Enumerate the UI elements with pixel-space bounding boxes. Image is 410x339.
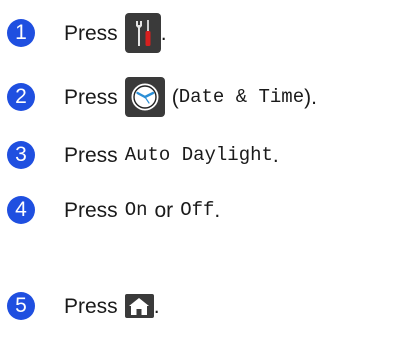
period: . — [153, 294, 160, 318]
or-connector: or — [154, 198, 174, 222]
paren-open: ( — [171, 85, 179, 109]
step-number: 4 — [7, 196, 35, 224]
step-1: 1 Press . — [7, 13, 167, 53]
step-text: Press ( Date & Time ). — [64, 77, 317, 117]
step-number: 2 — [7, 83, 35, 111]
paren-close: ). — [304, 85, 317, 109]
step-2: 2 Press ( Date & Time ). — [7, 77, 317, 117]
press-label: Press — [64, 85, 118, 109]
step-number: 1 — [7, 19, 35, 47]
home-icon[interactable] — [124, 294, 154, 318]
off-option: Off — [180, 198, 215, 221]
auto-daylight-option: Auto Daylight — [124, 143, 273, 166]
press-label: Press — [64, 21, 118, 45]
step-text: Press Auto Daylight . — [64, 145, 279, 166]
step-number: 5 — [7, 292, 35, 320]
period: . — [160, 21, 167, 45]
date-time-option: Date & Time — [178, 85, 305, 108]
date-time-clock-icon[interactable] — [124, 77, 165, 117]
press-label: Press — [64, 294, 118, 318]
settings-tools-icon[interactable] — [124, 13, 161, 53]
period: . — [214, 198, 221, 222]
step-number: 3 — [7, 141, 35, 169]
step-text: Press . — [64, 294, 160, 318]
period: . — [272, 143, 279, 167]
step-text: Press On or Off . — [64, 200, 220, 221]
step-text: Press . — [64, 13, 167, 53]
step-5: 5 Press . — [7, 286, 160, 326]
step-3: 3 Press Auto Daylight . — [7, 135, 279, 175]
press-label: Press — [64, 198, 118, 222]
on-option: On — [124, 198, 148, 221]
step-4: 4 Press On or Off . — [7, 190, 220, 230]
press-label: Press — [64, 143, 118, 167]
